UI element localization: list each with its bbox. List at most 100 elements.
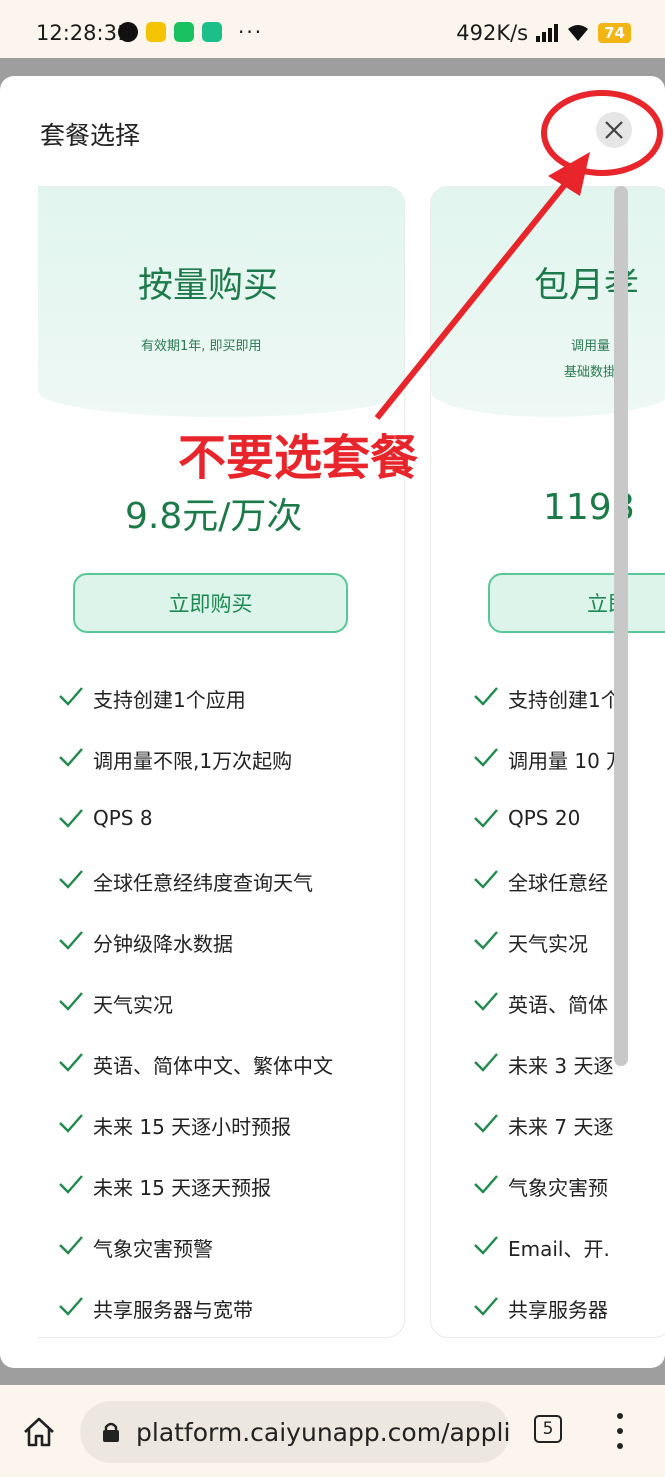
close-button[interactable] bbox=[596, 112, 632, 148]
plan-name: 按量购买 bbox=[138, 266, 279, 306]
feature-item: 英语、简体中文、繁体中文 bbox=[58, 1050, 333, 1111]
check-icon bbox=[59, 809, 83, 828]
feature-item: 支持创建1个应用 bbox=[58, 684, 333, 745]
home-icon bbox=[24, 1417, 54, 1447]
check-icon bbox=[474, 1236, 498, 1255]
plan-card-monthly: 包月孝 调用量 基础数掛 1198 立即 支持创建1个 调用量 10 万 QPS 2… bbox=[430, 186, 665, 1338]
check-icon bbox=[474, 809, 498, 828]
feature-text: QPS 20 bbox=[508, 806, 581, 830]
feature-text: 未来 15 天逐天预报 bbox=[93, 1176, 272, 1200]
menu-dot-icon bbox=[617, 1428, 623, 1434]
feature-item: 气象灾害预警 bbox=[58, 1233, 333, 1294]
feature-item: 分钟级降水数据 bbox=[58, 928, 333, 989]
feature-item: 未来 15 天逐天预报 bbox=[58, 1172, 333, 1233]
check-icon bbox=[474, 1053, 498, 1072]
check-icon bbox=[474, 931, 498, 950]
modal-title: 套餐选择 bbox=[40, 121, 141, 150]
feature-item: 天气实况 bbox=[58, 989, 333, 1050]
check-icon bbox=[59, 748, 83, 767]
network-speed: 492K/s bbox=[456, 21, 529, 45]
buy-now-button[interactable]: 立即购买 bbox=[73, 573, 348, 633]
plan-price: 9.8元/万次 bbox=[125, 496, 303, 537]
wifi-icon bbox=[568, 25, 589, 41]
check-icon bbox=[474, 1114, 498, 1133]
plan-card-pay-per-use: 按量购买 有效期1年, 即买即用 9.8元/万次 立即购买 支持创建1个应用调用… bbox=[38, 186, 405, 1338]
feature-text: 天气实况 bbox=[508, 932, 588, 956]
home-button[interactable] bbox=[20, 1413, 58, 1451]
check-icon bbox=[474, 1175, 498, 1194]
check-icon bbox=[59, 1236, 83, 1255]
feature-item: 调用量 10 万 bbox=[473, 745, 626, 806]
check-icon bbox=[59, 870, 83, 889]
plan-subtitle: 有效期1年, 即买即用 bbox=[141, 339, 262, 354]
address-bar[interactable]: platform.caiyunapp.com/applica bbox=[80, 1401, 510, 1463]
tab-switcher-button[interactable]: 5 bbox=[534, 1415, 562, 1443]
feature-text: 调用量不限,1万次起购 bbox=[93, 749, 293, 773]
feature-text: 分钟级降水数据 bbox=[93, 932, 233, 956]
feature-text: 支持创建1个 bbox=[508, 688, 621, 712]
feature-item: QPS 8 bbox=[58, 806, 333, 867]
check-icon bbox=[474, 748, 498, 767]
plan-select-modal: 套餐选择 按量购买 有效期1年, 即买即用 9.8元/万次 立即购买 支持创建1… bbox=[0, 76, 665, 1368]
feature-item: 共享服务器与宽带 bbox=[58, 1294, 333, 1337]
check-icon bbox=[59, 931, 83, 950]
feature-item: 全球任意经 bbox=[473, 867, 626, 928]
feature-list: 支持创建1个应用调用量不限,1万次起购 QPS 8 全球任意经纬度查询天气 分钟级降水… bbox=[58, 684, 333, 1337]
feature-text: 全球任意经 bbox=[508, 871, 608, 895]
alarm-icon bbox=[118, 22, 138, 42]
feature-item: 支持创建1个 bbox=[473, 684, 626, 745]
feature-item: 气象灾害预 bbox=[473, 1172, 626, 1233]
shield-app-icon bbox=[202, 22, 222, 42]
check-icon bbox=[474, 870, 498, 889]
feature-text: 未来 3 天逐 bbox=[508, 1054, 614, 1078]
annotation-text: 不要选套餐 bbox=[177, 429, 419, 487]
feature-text: 英语、简体中文、繁体中文 bbox=[93, 1054, 333, 1078]
battery-icon: 74 bbox=[598, 23, 631, 43]
feature-text: Email、开. bbox=[508, 1237, 610, 1261]
feature-text: 全球任意经纬度查询天气 bbox=[93, 871, 313, 895]
feature-item: 未来 15 天逐小时预报 bbox=[58, 1111, 333, 1172]
feature-item: 天气实况 bbox=[473, 928, 626, 989]
feature-text: 天气实况 bbox=[93, 993, 173, 1017]
feature-item: QPS 20 bbox=[473, 806, 626, 867]
signal-icon bbox=[536, 24, 559, 42]
feature-text: 未来 7 天逐 bbox=[508, 1115, 614, 1139]
feature-item: 全球任意经纬度查询天气 bbox=[58, 867, 333, 928]
feature-item: 未来 7 天逐 bbox=[473, 1111, 626, 1172]
menu-dot-icon bbox=[617, 1413, 623, 1419]
buy-now-button[interactable]: 立即 bbox=[488, 573, 665, 633]
check-icon bbox=[59, 1175, 83, 1194]
plan-subtitle-line-1: 调用量 bbox=[571, 339, 611, 354]
more-menu-button[interactable] bbox=[606, 1413, 634, 1449]
feature-text: 气象灾害预警 bbox=[93, 1237, 213, 1261]
feature-item: 未来 3 天逐 bbox=[473, 1050, 626, 1111]
status-time: 12:28:31 bbox=[36, 21, 131, 45]
check-icon bbox=[474, 992, 498, 1011]
check-icon bbox=[59, 687, 83, 706]
feature-item: Email、开. bbox=[473, 1233, 626, 1294]
wechat-icon bbox=[174, 22, 194, 42]
feature-text: 未来 15 天逐小时预报 bbox=[93, 1115, 292, 1139]
feature-list: 支持创建1个 调用量 10 万 QPS 20 全球任意经天气实况英语、简体未来 3 天… bbox=[473, 684, 626, 1337]
feature-text: 共享服务器 bbox=[508, 1298, 608, 1322]
browser-bottom-bar: platform.caiyunapp.com/applica 5 bbox=[0, 1385, 665, 1477]
plan-subtitle-line-2: 基础数掛 bbox=[564, 365, 617, 380]
url-text: platform.caiyunapp.com/applica bbox=[136, 1417, 510, 1447]
feature-text: 共享服务器与宽带 bbox=[93, 1298, 253, 1322]
lock-icon bbox=[103, 1422, 119, 1442]
check-icon bbox=[474, 687, 498, 706]
feature-text: 英语、简体 bbox=[508, 993, 608, 1017]
yellow-app-icon bbox=[146, 22, 166, 42]
check-icon bbox=[59, 992, 83, 1011]
feature-text: 调用量 10 万 bbox=[508, 749, 627, 773]
more-notifications: ··· bbox=[238, 20, 264, 44]
feature-text: 支持创建1个应用 bbox=[93, 688, 246, 712]
feature-item: 共享服务器 bbox=[473, 1294, 626, 1337]
close-icon bbox=[605, 121, 623, 139]
check-icon bbox=[59, 1297, 83, 1316]
check-icon bbox=[59, 1114, 83, 1133]
menu-dot-icon bbox=[617, 1443, 623, 1449]
feature-item: 英语、简体 bbox=[473, 989, 626, 1050]
modal-scrollbar[interactable] bbox=[614, 186, 628, 1066]
check-icon bbox=[474, 1297, 498, 1316]
